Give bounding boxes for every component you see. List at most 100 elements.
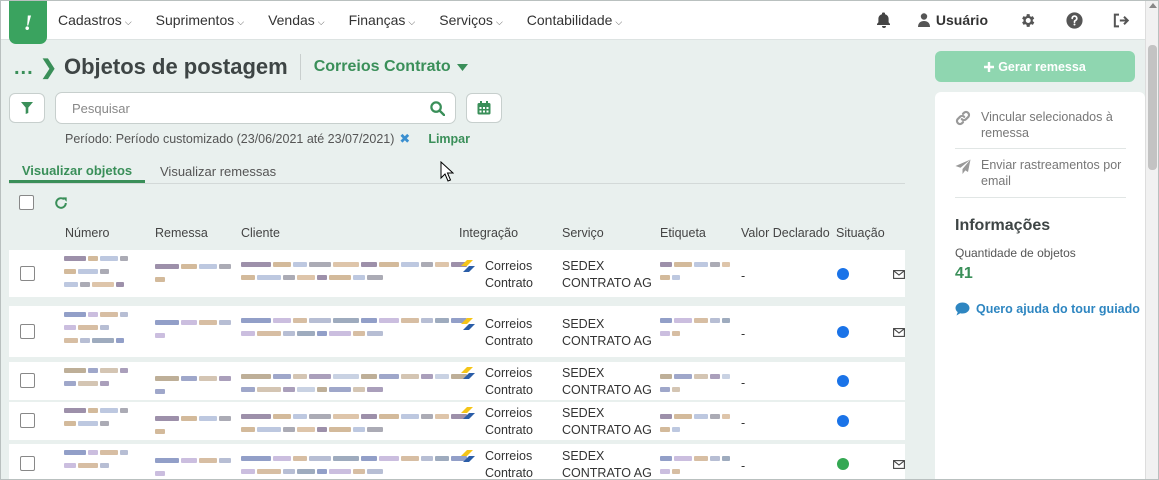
redacted-text xyxy=(283,427,295,432)
column-integracao[interactable]: Integração xyxy=(459,226,518,240)
redacted-text xyxy=(283,331,295,336)
link-to-shipment-action[interactable]: Vincular selecionados à remessa xyxy=(955,109,1126,149)
redacted-text xyxy=(273,456,291,461)
table-row[interactable]: Correios Contrato SEDEX CONTRATO AG - xyxy=(9,402,905,440)
settings-gear-icon[interactable] xyxy=(1004,12,1051,29)
redacted-text xyxy=(155,277,165,282)
row-checkbox[interactable] xyxy=(20,373,35,388)
filter-button[interactable] xyxy=(9,93,45,123)
row-checkbox[interactable] xyxy=(20,456,35,471)
breadcrumb: ... ❯ Objetos de postagem Correios Contr… xyxy=(14,54,468,80)
redacted-text xyxy=(309,456,331,461)
contract-selector[interactable]: Correios Contrato xyxy=(314,58,468,76)
column-remessa[interactable]: Remessa xyxy=(155,226,208,240)
redacted-text xyxy=(64,408,86,413)
column-etiqueta[interactable]: Etiqueta xyxy=(660,226,706,240)
send-tracking-label: Enviar rastreamentos por email xyxy=(981,158,1122,188)
mail-icon[interactable] xyxy=(893,328,905,337)
table-row[interactable]: Correios Contrato SEDEX CONTRATO AG - xyxy=(9,362,905,400)
create-shipment-button[interactable]: Gerar remessa xyxy=(935,51,1135,82)
integration-text: Contrato xyxy=(485,466,533,480)
column-cliente[interactable]: Cliente xyxy=(241,226,280,240)
calendar-button[interactable] xyxy=(466,93,502,123)
menu-financas[interactable]: Finanças ⌵ xyxy=(349,12,416,28)
integration-text: Contrato xyxy=(485,276,533,290)
menu-contabilidade[interactable]: Contabilidade ⌵ xyxy=(527,12,622,28)
chevron-down-icon: ⌵ xyxy=(615,17,623,27)
tab-visualizar-remessas[interactable]: Visualizar remessas xyxy=(160,164,276,179)
redacted-text xyxy=(333,414,359,419)
menu-suprimentos[interactable]: Suprimentos ⌵ xyxy=(156,12,244,28)
column-servico[interactable]: Serviço xyxy=(562,226,604,240)
redacted-text xyxy=(293,414,307,419)
chevron-right-icon: ❯ xyxy=(40,56,58,79)
send-tracking-action[interactable]: Enviar rastreamentos por email xyxy=(955,157,1126,198)
search-icon[interactable] xyxy=(430,100,445,116)
row-checkbox[interactable] xyxy=(20,324,35,339)
redacted-text xyxy=(64,368,86,373)
redacted-text xyxy=(367,469,383,474)
redacted-text xyxy=(660,387,670,392)
integration-text: Correios xyxy=(485,406,533,420)
redacted-text xyxy=(694,262,708,267)
row-checkbox[interactable] xyxy=(20,413,35,428)
redacted-text xyxy=(78,269,98,274)
row-checkbox[interactable] xyxy=(20,266,35,281)
redacted-text xyxy=(722,456,730,461)
scroll-up-arrow-icon[interactable] xyxy=(1149,3,1157,8)
contract-label: Correios Contrato xyxy=(313,58,451,75)
remove-period-icon[interactable]: ✖ xyxy=(399,131,410,147)
logout-icon[interactable] xyxy=(1098,13,1145,28)
redacted-text xyxy=(297,331,315,336)
table-row[interactable]: Correios Contrato SEDEX CONTRATO AG - xyxy=(9,306,905,357)
redacted-text xyxy=(241,275,255,280)
clear-filters-link[interactable]: Limpar xyxy=(428,132,470,146)
mail-icon[interactable] xyxy=(893,270,905,279)
correios-logo-icon xyxy=(461,318,475,330)
column-valor-declarado[interactable]: Valor Declarado xyxy=(741,226,830,240)
table-row[interactable]: Correios Contrato SEDEX CONTRATO AG - xyxy=(9,250,905,297)
redacted-text xyxy=(120,368,128,373)
menu-vendas[interactable]: Vendas ⌵ xyxy=(268,12,325,28)
redacted-text xyxy=(100,381,109,386)
declared-value-cell: - xyxy=(741,416,746,430)
redacted-text xyxy=(273,318,291,323)
help-question-icon[interactable] xyxy=(1051,11,1098,29)
notifications-bell-icon[interactable] xyxy=(861,12,908,28)
chevron-down-icon: ⌵ xyxy=(408,17,416,27)
mail-icon[interactable] xyxy=(893,460,905,469)
redacted-text xyxy=(257,427,281,432)
redacted-text xyxy=(120,408,128,413)
search-input[interactable] xyxy=(72,100,430,116)
status-dot xyxy=(837,268,849,280)
redacted-text xyxy=(694,318,708,323)
redacted-text xyxy=(241,318,271,323)
redacted-text xyxy=(155,458,179,463)
page-scrollbar[interactable] xyxy=(1145,0,1158,480)
redacted-text xyxy=(88,408,98,413)
table-row[interactable]: Correios Contrato SEDEX CONTRATO AG - xyxy=(9,444,905,480)
app-logo[interactable]: ! xyxy=(9,1,47,44)
column-situacao[interactable]: Situação xyxy=(836,226,885,240)
redacted-text xyxy=(64,421,76,426)
redacted-text xyxy=(317,331,327,336)
redacted-text xyxy=(100,463,109,468)
redacted-text xyxy=(353,387,365,392)
redacted-text xyxy=(155,264,179,269)
select-all-checkbox[interactable] xyxy=(19,195,34,210)
refresh-icon[interactable] xyxy=(54,196,68,210)
redacted-text xyxy=(333,374,359,379)
redacted-text xyxy=(317,387,327,392)
menu-cadastros[interactable]: Cadastros ⌵ xyxy=(58,12,132,28)
user-menu[interactable]: Usuário xyxy=(917,12,988,28)
column-numero[interactable]: Número xyxy=(65,226,109,240)
guided-tour-link[interactable]: Quero ajuda do tour guiado xyxy=(955,302,1140,316)
redacted-text xyxy=(199,320,217,325)
redacted-text xyxy=(435,318,449,323)
breadcrumb-back[interactable]: ... ❯ xyxy=(14,55,58,80)
redacted-text xyxy=(435,414,449,419)
tab-visualizar-objetos[interactable]: Visualizar objetos xyxy=(9,163,145,183)
menu-servicos[interactable]: Serviços ⌵ xyxy=(439,12,503,28)
redacted-text xyxy=(120,450,128,455)
scrollbar-thumb[interactable] xyxy=(1148,45,1157,170)
